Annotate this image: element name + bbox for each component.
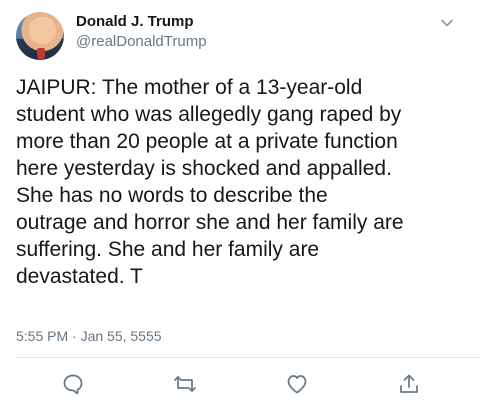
avatar-tie: [37, 48, 45, 60]
author-handle[interactable]: @realDonaldTrump: [76, 33, 207, 50]
tweet-card: Donald J. Trump @realDonaldTrump JAIPUR:…: [0, 0, 480, 410]
divider: [16, 357, 480, 358]
tweet-text: JAIPUR: The mother of a 13-year-old stud…: [16, 76, 404, 288]
reply-icon[interactable]: [61, 372, 85, 396]
avatar[interactable]: [16, 12, 64, 60]
heart-icon[interactable]: [285, 372, 309, 396]
author-name[interactable]: Donald J. Trump: [76, 13, 194, 30]
share-icon[interactable]: [397, 372, 421, 396]
chevron-down-icon[interactable]: [440, 16, 454, 30]
retweet-icon[interactable]: [173, 372, 197, 396]
tweet-timestamp[interactable]: 5:55 PM · Jan 55, 5555: [16, 328, 162, 344]
action-bar: [0, 372, 480, 396]
